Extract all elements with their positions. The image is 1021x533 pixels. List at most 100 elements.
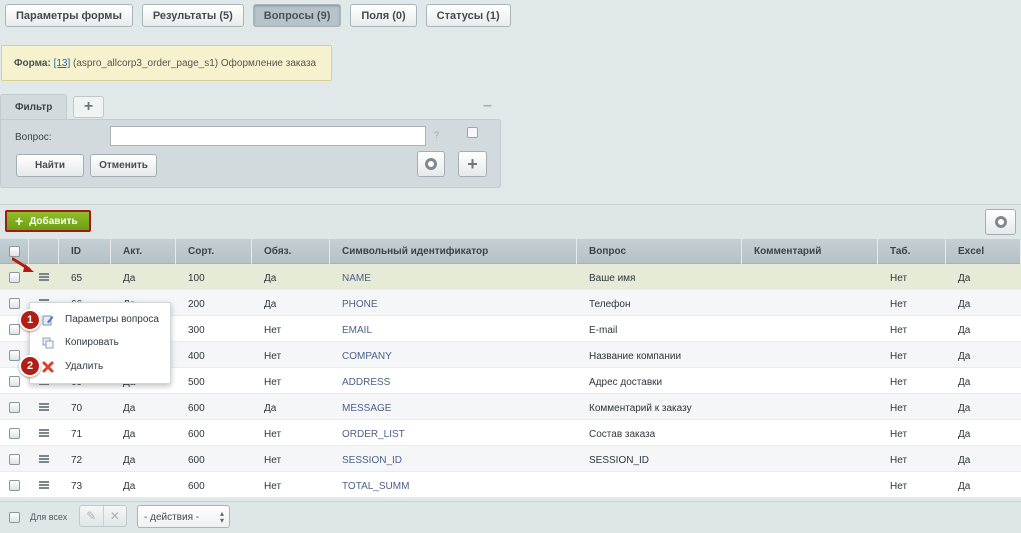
updown-arrow-icon: ▴ ▾	[219, 509, 224, 525]
group-edit-icon[interactable]: ✎	[80, 506, 104, 526]
row-menu-icon[interactable]	[39, 273, 49, 281]
top-tabs: Параметры формы Результаты (5) Вопросы (…	[5, 4, 520, 27]
table-row[interactable]: 73 Да 600 Нет TOTAL_SUMM Нет Да	[0, 472, 1021, 498]
delete-icon	[42, 361, 54, 373]
row-menu-icon[interactable]	[39, 481, 49, 489]
cell-question: Комментарий к заказу	[589, 403, 692, 414]
copy-icon	[42, 337, 54, 349]
row-checkbox[interactable]	[9, 479, 20, 491]
cell-required: Да	[264, 299, 277, 310]
cell-symbolic-id: MESSAGE	[342, 403, 392, 414]
table-row[interactable]: 72 Да 600 Нет SESSION_ID SESSION_ID Нет Да	[0, 446, 1021, 472]
form-id-link[interactable]: [13]	[54, 58, 71, 69]
column-header-question[interactable]: Вопрос	[577, 239, 742, 264]
tab-questions[interactable]: Вопросы (9)	[252, 4, 342, 27]
row-menu-icon[interactable]	[39, 429, 49, 437]
filter-tab[interactable]: Фильтр	[0, 94, 67, 120]
add-question-button[interactable]: + Добавить	[5, 210, 91, 232]
for-all-checkbox[interactable]	[9, 512, 20, 523]
group-delete-icon[interactable]: ✕	[104, 506, 127, 526]
cell-active: Да	[123, 455, 136, 466]
row-checkbox[interactable]	[9, 323, 20, 335]
cell-sort: 600	[188, 429, 205, 440]
table-row[interactable]: 70 Да 600 Да MESSAGE Комментарий к заказу Нет Д…	[0, 394, 1021, 420]
cell-tab: Нет	[890, 481, 908, 492]
cell-symbolic-id: EMAIL	[342, 325, 373, 336]
column-header-active[interactable]: Акт.	[111, 239, 176, 264]
filter-minimize-button[interactable]: –	[483, 97, 493, 115]
row-checkbox[interactable]	[9, 375, 20, 387]
column-header-excel[interactable]: Excel	[946, 239, 1021, 264]
cell-symbolic-id: TOTAL_SUMM	[342, 481, 410, 492]
cell-tab: Нет	[890, 299, 908, 310]
column-header-id[interactable]: ID	[59, 239, 111, 264]
row-checkbox[interactable]	[9, 401, 20, 413]
cell-question: E-mail	[589, 325, 618, 336]
cell-tab: Нет	[890, 455, 908, 466]
cell-question: Состав заказа	[589, 429, 656, 440]
cell-excel: Да	[958, 325, 971, 336]
row-actions-cell	[29, 420, 59, 446]
menu-item-copy[interactable]: Копировать	[65, 337, 119, 348]
select-all-checkbox[interactable]	[8, 246, 20, 257]
actions-select[interactable]: - действия - ▴ ▾	[137, 505, 230, 528]
tab-fields[interactable]: Поля (0)	[350, 4, 417, 27]
column-header-symbolic-id[interactable]: Символьный идентификатор	[330, 239, 577, 264]
cell-question: Ваше имя	[589, 273, 636, 284]
cell-sort: 400	[188, 351, 205, 362]
tab-results[interactable]: Результаты (5)	[141, 4, 244, 27]
row-checkbox[interactable]	[9, 297, 20, 309]
filter-field-checkbox[interactable]	[467, 127, 478, 138]
cell-symbolic-id: ORDER_LIST	[342, 429, 405, 440]
cell-sort: 600	[188, 455, 205, 466]
cell-symbolic-id: SESSION_ID	[342, 455, 403, 466]
tab-form-params[interactable]: Параметры формы	[5, 4, 133, 27]
row-checkbox[interactable]	[9, 427, 20, 439]
filter-add-field-button[interactable]: +	[458, 151, 487, 177]
cell-question: SESSION_ID	[589, 455, 650, 466]
cell-sort: 100	[188, 273, 205, 284]
tab-statuses[interactable]: Статусы (1)	[425, 4, 511, 27]
cancel-button[interactable]: Отменить	[90, 154, 157, 177]
row-actions-cell	[29, 446, 59, 472]
table-row[interactable]: 71 Да 600 Нет ORDER_LIST Состав заказа Нет Да	[0, 420, 1021, 446]
for-all-label: Для всех	[30, 512, 68, 522]
column-header-sort[interactable]: Сорт.	[176, 239, 252, 264]
filter-settings-button[interactable]	[417, 151, 445, 177]
list-settings-button[interactable]	[985, 209, 1016, 235]
cell-excel: Да	[958, 299, 971, 310]
cell-question	[577, 472, 742, 498]
cell-question: Адрес доставки	[589, 377, 663, 388]
table-header: ID Акт. Сорт. Обяз. Символьный идентифик…	[0, 239, 1021, 264]
cell-excel: Да	[958, 403, 971, 414]
question-filter-input[interactable]	[110, 126, 426, 146]
gear-icon	[994, 216, 1007, 228]
cell-tab: Нет	[890, 377, 908, 388]
column-header-comment[interactable]: Комментарий	[742, 239, 878, 264]
row-menu-icon[interactable]	[39, 455, 49, 463]
column-header-tab[interactable]: Таб.	[878, 239, 946, 264]
cell-comment	[742, 316, 878, 342]
cell-comment	[742, 472, 878, 498]
row-actions-cell	[29, 472, 59, 498]
cell-active: Да	[123, 403, 136, 414]
cell-sort: 300	[188, 325, 205, 336]
help-icon[interactable]: ?	[434, 130, 439, 140]
menu-item-question-params[interactable]: Параметры вопроса	[65, 314, 159, 325]
cell-sort: 600	[188, 481, 205, 492]
row-menu-icon[interactable]	[39, 403, 49, 411]
filter-add-tab-button[interactable]: +	[73, 96, 104, 118]
cell-tab: Нет	[890, 403, 908, 414]
form-notice-label: Форма:	[14, 58, 51, 69]
row-select-cell	[0, 446, 29, 472]
table-row[interactable]: 65 Да 100 Да NAME Ваше имя Нет Да	[0, 264, 1021, 290]
cell-symbolic-id: PHONE	[342, 299, 378, 310]
row-checkbox[interactable]	[9, 453, 20, 465]
menu-item-delete[interactable]: Удалить	[65, 361, 103, 372]
cell-comment	[742, 394, 878, 420]
row-checkbox[interactable]	[9, 349, 20, 361]
cell-id: 73	[71, 481, 83, 492]
column-header-required[interactable]: Обяз.	[252, 239, 330, 264]
cell-tab: Нет	[890, 273, 908, 284]
find-button[interactable]: Найти	[16, 154, 84, 177]
